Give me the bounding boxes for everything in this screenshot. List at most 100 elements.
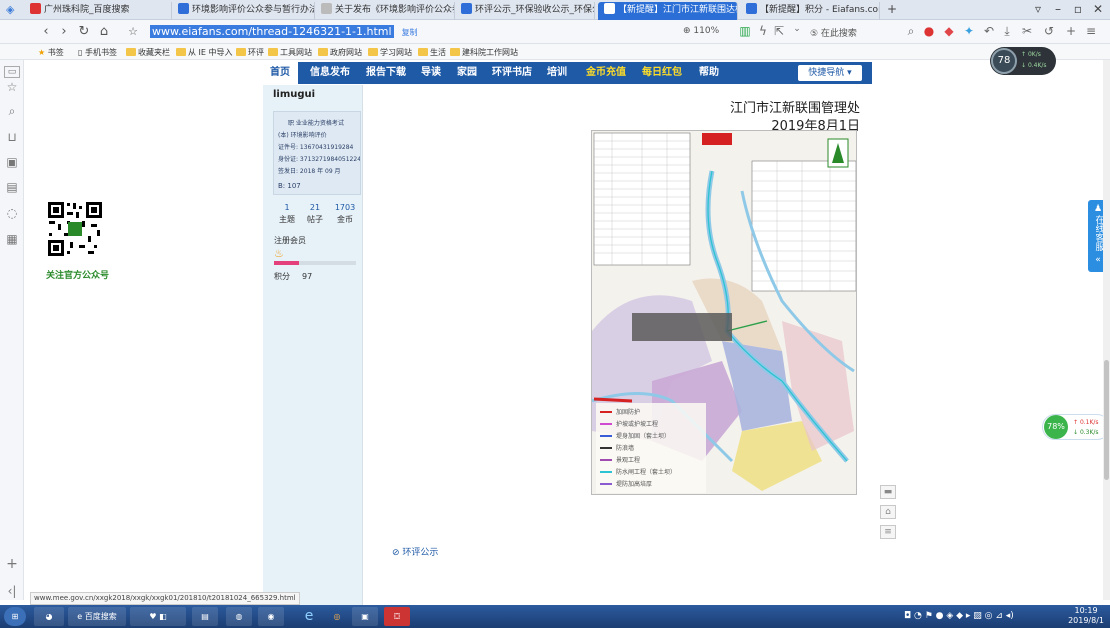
extension-red-icon[interactable]: ● bbox=[922, 24, 936, 38]
start-button[interactable]: ⊞ bbox=[4, 607, 26, 626]
add-icon[interactable]: + bbox=[1064, 24, 1078, 38]
back-arrow-icon[interactable]: ‹ bbox=[38, 23, 54, 41]
bookmark-mobile[interactable]: ▯ 手机书签 bbox=[78, 47, 117, 58]
scissors-icon[interactable]: ✂ bbox=[1020, 24, 1034, 38]
pdf-icon[interactable]: ⛋ bbox=[384, 607, 410, 626]
performance-widget[interactable]: 78 ↑ 0K/s ↓ 0.4K/s bbox=[990, 47, 1056, 75]
menu-item-reports[interactable]: 报告下载 bbox=[360, 62, 412, 84]
certificate-line: 证件号: 13670431919284 bbox=[278, 144, 354, 151]
menu-item-red-packet[interactable]: 每日红包 bbox=[636, 62, 688, 84]
taskbar-app-icon[interactable]: ▣ bbox=[352, 607, 378, 626]
undo-icon[interactable]: ↶ bbox=[982, 24, 996, 38]
bookmark-eia[interactable]: 环评 bbox=[236, 47, 264, 58]
tab-eia-measures[interactable]: 环境影响评价公众参与暂行办法_百度 bbox=[172, 2, 315, 20]
bookmark-tools[interactable]: 工具网站 bbox=[268, 47, 312, 58]
menu-item-home-community[interactable]: 家园 bbox=[450, 62, 484, 84]
system-tray[interactable]: ◘ ◔ ⚑ ● ◈ ◆ ▸ ▨ ◎ ⊿ ◂) bbox=[904, 607, 1044, 626]
taskbar-search-box[interactable]: e 百度搜索 bbox=[68, 607, 126, 626]
quick-nav-dropdown[interactable]: 快捷导航 ▾ bbox=[798, 65, 862, 81]
list-tool-icon[interactable]: ≡ bbox=[880, 525, 896, 539]
sidebar-calendar-icon[interactable]: ▦ bbox=[4, 232, 20, 246]
zoom-level[interactable]: ⊕ 110% bbox=[683, 26, 719, 36]
sidebar-search-icon[interactable]: ⌕ bbox=[4, 104, 20, 119]
speed-widget[interactable]: 78% ↑ 0.1K/s ↓ 0.3K/s bbox=[1042, 414, 1110, 440]
menu-item-guide[interactable]: 导读 bbox=[414, 62, 448, 84]
comment-tool-icon[interactable]: ▬ bbox=[880, 485, 896, 499]
share-icon[interactable]: ⇱ bbox=[772, 24, 786, 38]
bird-icon[interactable]: ✦ bbox=[962, 24, 976, 38]
project-map-image[interactable]: 加固防护 护坡或护坡工程 堤身加固（套土坝） 防浪墙 景观工程 防水闸工程（套土… bbox=[591, 130, 857, 495]
taskbar-app-icon[interactable]: ◍ bbox=[226, 607, 252, 626]
certificate-line: B: 107 bbox=[278, 182, 301, 190]
taskbar-clock[interactable]: 10:19 2019/8/1 bbox=[1068, 606, 1104, 626]
url-text[interactable]: www.eiafans.com/thread-1246321-1-1.html bbox=[150, 25, 394, 38]
scrollbar-thumb[interactable] bbox=[1104, 360, 1109, 480]
menu-item-info[interactable]: 信息发布 bbox=[304, 62, 356, 84]
sidebar-expand-icon[interactable]: ▭ bbox=[4, 66, 20, 78]
refresh-icon[interactable]: ↻ bbox=[76, 23, 92, 41]
new-tab-button[interactable]: + bbox=[884, 2, 900, 16]
sidebar-cart-icon[interactable]: ⊔ bbox=[4, 130, 20, 144]
bookmark-star[interactable]: ★ 书签 bbox=[38, 47, 64, 58]
menu-item-training[interactable]: 培训 bbox=[540, 62, 574, 84]
sidebar-collapse-icon[interactable]: ‹| bbox=[4, 584, 20, 598]
sidebar-add-icon[interactable]: + bbox=[4, 556, 20, 572]
bookmark-work[interactable]: 建科院工作网站 bbox=[450, 47, 518, 58]
home-icon[interactable]: ⌂ bbox=[96, 23, 112, 41]
user-group-label[interactable]: 注册会员 bbox=[274, 235, 306, 246]
download-icon[interactable]: ⤓ bbox=[1000, 24, 1014, 39]
taskbar-app-icon[interactable]: ◉ bbox=[258, 607, 284, 626]
undo-close-icon[interactable]: ↺ bbox=[1042, 24, 1056, 38]
sidebar-chat-icon[interactable]: ◌ bbox=[4, 206, 20, 220]
menu-item-help[interactable]: 帮助 bbox=[692, 62, 726, 84]
chrome-icon[interactable]: ◎ bbox=[326, 607, 348, 626]
browser-tab-bar: ◈ 广州珠科院_百度搜索 环境影响评价公众参与暂行办法_百度 关于发布《环境影响… bbox=[0, 0, 1110, 20]
stat-coins[interactable]: 1703 金币 bbox=[329, 203, 361, 225]
bookmark-gov[interactable]: 政府网站 bbox=[318, 47, 362, 58]
menu-icon[interactable]: ≡ bbox=[1084, 24, 1098, 38]
taskbar-app-icon[interactable]: ◕ bbox=[34, 607, 64, 626]
reader-mode-icon[interactable]: ▥ bbox=[738, 24, 752, 38]
copy-url-button[interactable]: 复制 bbox=[402, 28, 418, 37]
forward-arrow-icon[interactable]: › bbox=[56, 23, 72, 41]
bookmark-favorites[interactable]: 收藏夹栏 bbox=[126, 47, 170, 58]
map-legend-text: 堤身加固（套土坝） bbox=[616, 432, 670, 440]
share-tool-icon[interactable]: ⌂ bbox=[880, 505, 896, 519]
minimize-button[interactable]: – bbox=[1050, 2, 1066, 16]
username-link[interactable]: limugui bbox=[273, 89, 315, 100]
game-icon[interactable]: ◆ bbox=[942, 24, 956, 38]
lightning-icon[interactable]: ϟ bbox=[756, 24, 770, 38]
tab-eia-publicity[interactable]: 环评公示_环保验收公示_环保公示网_ bbox=[455, 2, 595, 20]
bookmark-study[interactable]: 学习网站 bbox=[368, 47, 412, 58]
menu-item-home[interactable]: 首页 bbox=[262, 62, 298, 84]
sidebar-video-icon[interactable]: ▤ bbox=[4, 180, 20, 194]
user-avatar-certificate[interactable]: 职 业业能力资格考试 (本) 环境影响评价 证件号: 1367043191928… bbox=[273, 111, 361, 195]
address-bar[interactable]: www.eiafans.com/thread-1246321-1-1.html 复… bbox=[150, 23, 530, 41]
favorite-star-icon[interactable]: ☆ bbox=[125, 23, 141, 41]
search-icon[interactable]: ⌕ bbox=[904, 24, 918, 39]
sidebar-favorites-icon[interactable]: ☆ bbox=[4, 80, 20, 94]
close-window-button[interactable]: ✕ bbox=[1090, 2, 1106, 16]
taskbar-app-icon[interactable]: ♥ ◧ bbox=[130, 607, 186, 626]
map-graphic: 加固防护 护坡或护坡工程 堤身加固（套土坝） 防浪墙 景观工程 防水闸工程（套土… bbox=[592, 131, 856, 494]
page-scrollbar[interactable] bbox=[1103, 60, 1110, 600]
menu-item-recharge[interactable]: 金币充值 bbox=[580, 62, 632, 84]
dropdown-icon[interactable]: ⌄ bbox=[790, 24, 804, 34]
tab-eia-notice[interactable]: 关于发布《环境影响评价公众参与办》 bbox=[315, 2, 455, 20]
ie-taskbar-icon[interactable]: e bbox=[298, 607, 320, 626]
browser-logo-icon[interactable]: ◈ bbox=[6, 3, 14, 16]
stat-posts[interactable]: 21 帖子 bbox=[299, 203, 331, 225]
tab-jiangmen-thread[interactable]: 【新提醒】江门市江新联围达标加固✕ bbox=[598, 2, 738, 20]
tab-baidu-search[interactable]: 广州珠科院_百度搜索 bbox=[24, 2, 172, 20]
bookmark-life[interactable]: 生活 bbox=[418, 47, 446, 58]
bookmark-ie-import[interactable]: 从 IE 中导入 bbox=[176, 47, 233, 58]
tag-icon: ⊘ bbox=[392, 548, 400, 558]
search-box[interactable]: ⑤ 在此搜索 bbox=[810, 26, 857, 39]
tab-list-icon[interactable]: ▿ bbox=[1030, 2, 1046, 16]
sidebar-notes-icon[interactable]: ▣ bbox=[4, 155, 20, 169]
post-tag-link[interactable]: ⊘ 环评公示 bbox=[392, 545, 438, 558]
file-explorer-icon[interactable]: ▤ bbox=[192, 607, 218, 626]
tab-eiafans-points[interactable]: 【新提醒】积分 - Eiafans.com_环评 bbox=[740, 2, 880, 20]
maximize-button[interactable]: ▫ bbox=[1070, 2, 1086, 16]
menu-item-bookstore[interactable]: 环评书店 bbox=[486, 62, 538, 84]
